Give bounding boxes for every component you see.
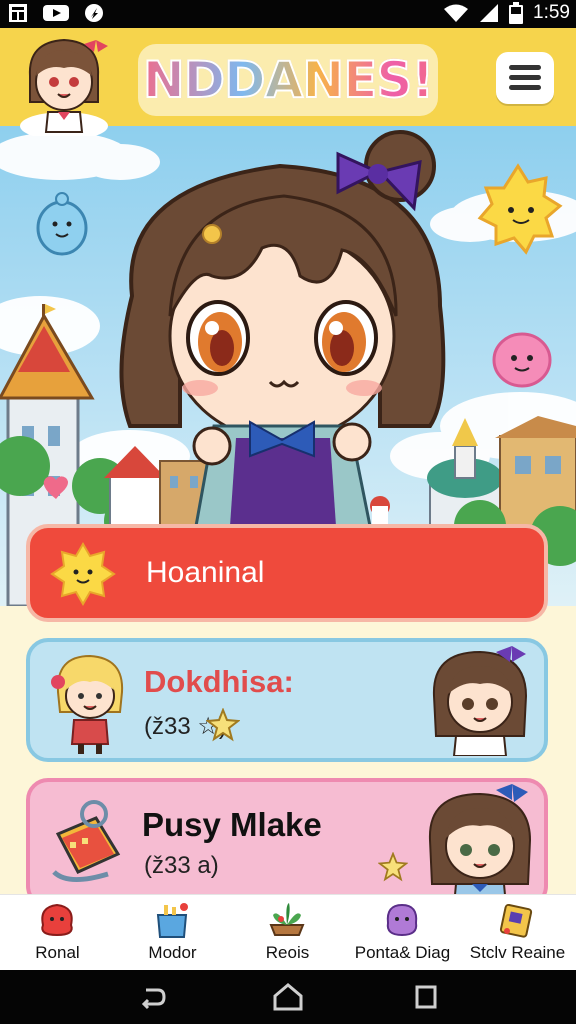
youtube-icon	[43, 5, 69, 21]
system-nav-bar	[0, 970, 576, 1024]
menu-card-1[interactable]: Hoaninal	[26, 524, 548, 622]
home-icon[interactable]	[272, 982, 304, 1012]
notebook-icon	[499, 903, 533, 938]
status-left-icons	[8, 3, 104, 23]
hamburger-icon-line2	[509, 75, 541, 80]
tab-stclv-reaine-label: Stclv Reaine	[469, 943, 566, 962]
tab-ponta-diag[interactable]: Ponta& Diag	[345, 895, 460, 971]
card-1-title: Hoaninal	[146, 556, 265, 589]
recents-icon[interactable]	[414, 984, 438, 1010]
purple-blob-icon	[386, 903, 418, 937]
star-icon	[206, 708, 240, 742]
back-icon[interactable]	[138, 984, 166, 1010]
card-3-title: Pusy Mlake	[142, 806, 322, 843]
status-time: 1:59	[533, 2, 570, 23]
menu-card-3[interactable]: Pusy Mlake (ž33 a)	[26, 778, 548, 908]
tab-reois-label: Reois	[265, 943, 310, 962]
battery-icon	[509, 2, 524, 24]
menu-card-2[interactable]: Dokdhisa: (ž33 ☆)	[26, 638, 548, 762]
blue-blob-icon	[36, 192, 88, 256]
brunette-blue-bow-character-icon	[428, 784, 532, 906]
brunette-character-icon	[432, 646, 528, 756]
hamburger-icon	[509, 65, 541, 70]
red-blob-icon	[41, 903, 73, 937]
signal-icon	[480, 4, 499, 22]
blonde-character-icon	[51, 654, 124, 754]
status-right: 1:59	[443, 2, 570, 24]
app-title: NDDANES!	[138, 44, 438, 116]
menu-button[interactable]	[496, 52, 554, 104]
tab-ronal[interactable]: Ronal	[0, 895, 115, 971]
card-3-subtitle: (ž33 a)	[144, 852, 219, 879]
wifi-icon	[444, 4, 469, 22]
star-icon	[378, 852, 408, 882]
pink-blob-icon	[492, 332, 552, 388]
notification-icon	[9, 4, 27, 22]
tab-stclv-reaine[interactable]: Stclv Reaine	[460, 895, 575, 971]
plant-icon	[269, 903, 305, 936]
tab-ronal-label: Ronal	[35, 943, 80, 962]
bottom-tab-bar: Ronal Modor Reois Ponta& Diag Stclv Reai…	[0, 894, 576, 971]
card-2-title: Dokdhisa:	[144, 664, 294, 699]
tab-modor[interactable]: Modor	[115, 895, 230, 971]
hamburger-icon-line3	[509, 85, 541, 90]
tab-reois[interactable]: Reois	[230, 895, 345, 971]
status-bar: 1:59	[0, 0, 576, 28]
tab-modor-label: Modor	[148, 943, 197, 962]
tab-ponta-diag-label: Ponta& Diag	[354, 943, 451, 962]
sun-icon	[50, 542, 116, 606]
cup-icon	[156, 903, 188, 938]
app-icon	[85, 4, 103, 22]
notebook-pin-icon	[52, 800, 121, 882]
chibi-avatar-icon	[20, 38, 108, 140]
profile-avatar[interactable]	[18, 36, 110, 140]
